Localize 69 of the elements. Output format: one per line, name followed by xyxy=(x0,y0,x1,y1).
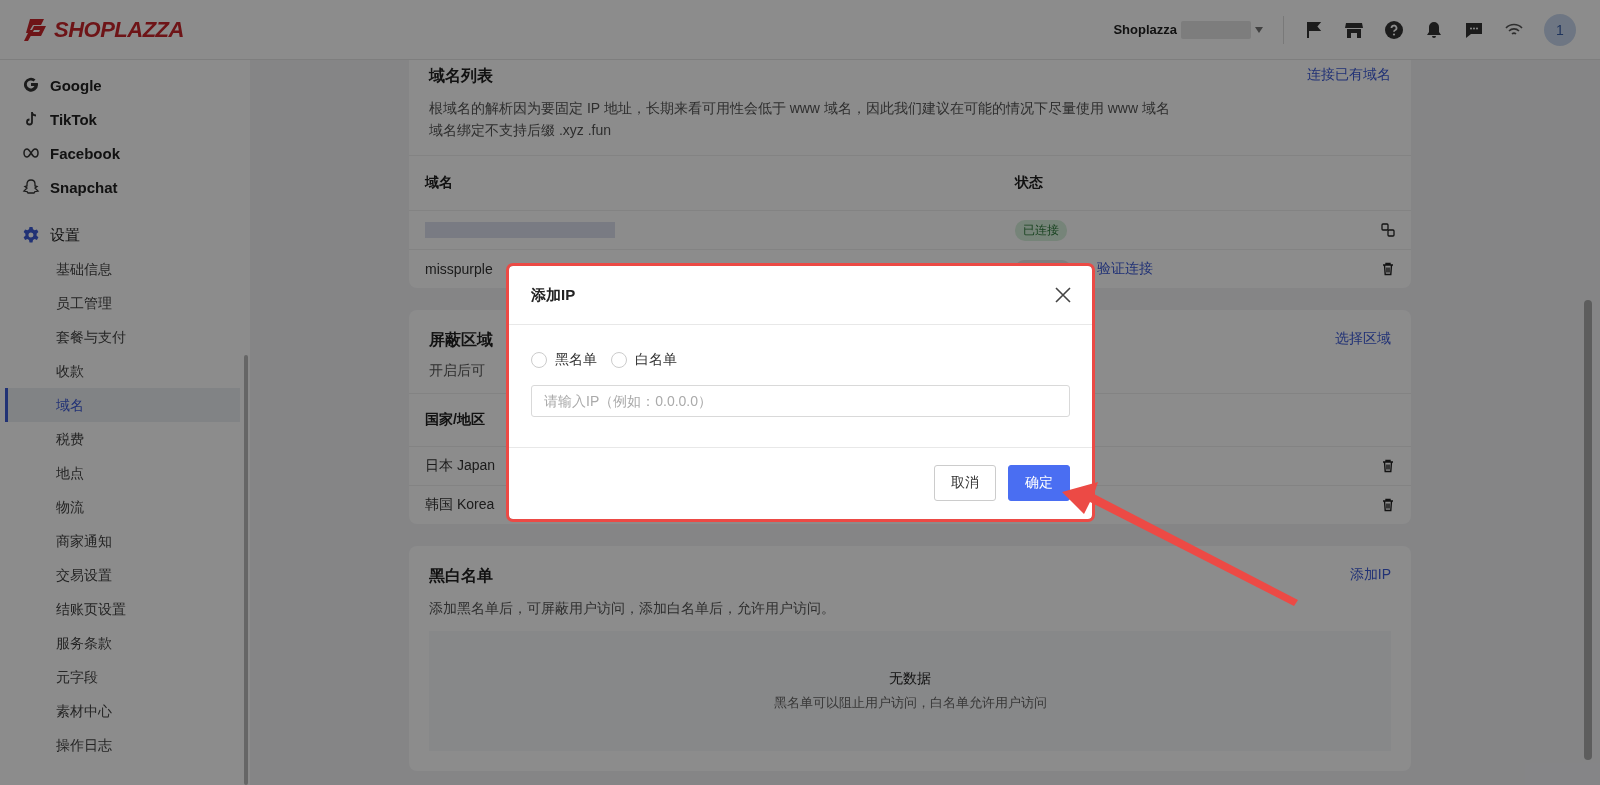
radio-option[interactable]: 白名单 xyxy=(611,351,677,369)
caret-icon[interactable] xyxy=(1255,26,1263,33)
add-ip-link[interactable]: 添加IP xyxy=(1349,566,1391,584)
empty-hint: 黑名单可以阻止用户访问，白名单允许用户访问 xyxy=(773,694,1047,712)
sidebar-item[interactable]: 收款 xyxy=(5,354,240,388)
sidebar-item[interactable]: 服务条款 xyxy=(5,626,240,660)
sidebar-label: Facebook xyxy=(50,144,121,162)
column-header: 状态 xyxy=(1015,174,1043,192)
column-header: 域名 xyxy=(425,174,454,192)
description-text: 根域名的解析因为要固定 IP 地址，长期来看可用性会低于 www 域名，因此我们建议在可能的情况下尽量使用 www 域名 xyxy=(429,99,1171,118)
cancel-button[interactable]: 取消 xyxy=(934,465,996,501)
description-text: 开启后可 xyxy=(429,362,485,378)
scrollbar[interactable] xyxy=(244,355,248,785)
sidebar-item[interactable]: 操作日志 xyxy=(5,728,240,762)
sidebar-item[interactable]: 商家通知 xyxy=(5,524,240,558)
logo-icon xyxy=(24,17,48,42)
sidebar-item[interactable]: 结账页设置 xyxy=(5,592,240,626)
sidebar-item[interactable]: Snapchat xyxy=(0,170,250,204)
trash-icon[interactable] xyxy=(1381,459,1395,473)
sidebar-item[interactable]: 员工管理 xyxy=(5,286,240,320)
sidebar-item[interactable]: 地点 xyxy=(5,456,240,490)
sidebar-item[interactable]: 物流 xyxy=(5,490,240,524)
close-button[interactable] xyxy=(1054,286,1072,304)
sidebar-item[interactable]: Facebook xyxy=(0,136,250,170)
radio-option[interactable]: 黑名单 xyxy=(531,351,597,369)
sidebar-item[interactable]: 素材中心 xyxy=(5,694,240,728)
sidebar-item[interactable]: 交易设置 xyxy=(5,558,240,592)
card-title: 黑白名单 xyxy=(429,566,493,586)
user-avatar[interactable]: 1 xyxy=(1544,13,1576,46)
sidebar-label: Google xyxy=(50,76,102,94)
settings-icon xyxy=(22,226,40,244)
region-text: 韩国 Korea xyxy=(425,496,495,514)
flag-icon[interactable] xyxy=(1304,19,1324,40)
sidebar-item[interactable]: 域名 xyxy=(5,388,240,422)
sidebar-item[interactable]: Google xyxy=(0,68,250,102)
sidebar-item[interactable]: 套餐与支付 xyxy=(5,320,240,354)
domain-text: misspurple xyxy=(425,261,493,277)
ip-input-field[interactable]: 请输入IP（例如：0.0.0.0） xyxy=(531,385,1070,417)
description-text: 添加黑名单后，可屏蔽用户访问，添加白名单后，允许用户访问。 xyxy=(429,600,835,616)
close-icon xyxy=(1054,286,1072,304)
column-header: 国家/地区 xyxy=(425,411,485,429)
connect-domain-link[interactable]: 连接已有域名 xyxy=(1307,66,1391,84)
dialog-title: 添加IP xyxy=(531,285,576,305)
snapchat-icon xyxy=(22,178,40,196)
card-title: 域名列表 xyxy=(429,66,493,86)
bell-icon[interactable] xyxy=(1424,19,1444,40)
store-name[interactable]: Shoplazza xyxy=(1113,22,1177,37)
confirm-button[interactable]: 确定 xyxy=(1008,465,1070,501)
scrollbar[interactable] xyxy=(1584,300,1592,760)
sidebar-item[interactable]: 基础信息 xyxy=(5,252,240,286)
verify-link[interactable]: 验证连接 xyxy=(1097,260,1153,278)
description-text: 域名绑定不支持后缀 .xyz .fun xyxy=(429,121,613,140)
help-icon[interactable] xyxy=(1384,19,1404,40)
sidebar-section-title[interactable]: 设置 xyxy=(50,225,80,245)
copy-icon[interactable] xyxy=(1381,223,1395,237)
sidebar-item[interactable]: 元字段 xyxy=(5,660,240,694)
empty-title: 无数据 xyxy=(889,670,931,688)
select-region-link[interactable]: 选择区域 xyxy=(1335,330,1391,348)
trash-icon[interactable] xyxy=(1381,498,1395,512)
sidebar-item[interactable]: TikTok xyxy=(0,102,250,136)
sidebar-label: Snapchat xyxy=(50,178,118,196)
region-text: 日本 Japan xyxy=(425,457,496,475)
sidebar-label: TikTok xyxy=(50,110,97,128)
google-icon xyxy=(22,76,40,94)
trash-icon[interactable] xyxy=(1381,262,1395,276)
sidebar-item[interactable]: 税费 xyxy=(5,422,240,456)
brand-logo: SHOPLAZZA xyxy=(54,16,184,43)
card-title: 屏蔽区域 xyxy=(429,330,493,350)
status-badge: 已连接 xyxy=(1015,219,1067,241)
